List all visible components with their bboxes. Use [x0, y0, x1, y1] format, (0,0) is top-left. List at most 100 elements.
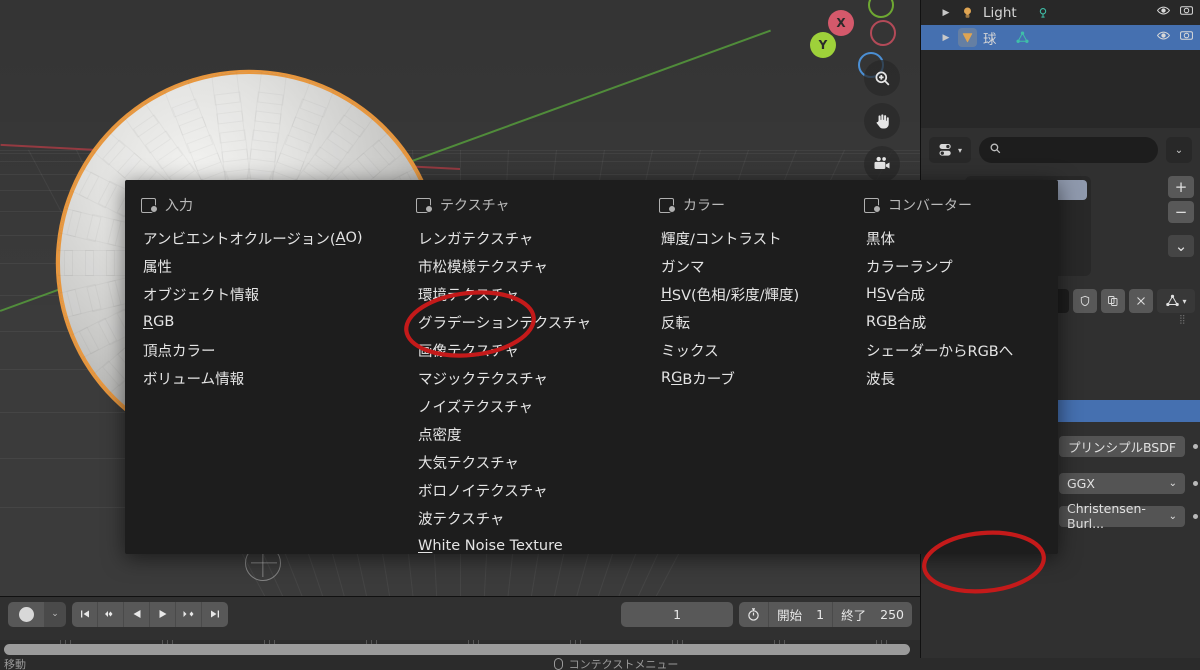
- add-menu-item[interactable]: H SV(色相/彩度/輝度): [659, 280, 832, 308]
- camera-view-icon[interactable]: [864, 146, 900, 182]
- subsurface-method-keyframe-dot[interactable]: [1189, 513, 1200, 519]
- jump-to-start-icon[interactable]: [72, 601, 98, 627]
- light-data-icon[interactable]: [1031, 6, 1055, 20]
- frame-start-label: 開始: [777, 607, 803, 623]
- add-menu-item[interactable]: 属性: [141, 252, 384, 280]
- chevron-down-icon: ⌄: [1168, 510, 1177, 522]
- add-menu-item[interactable]: グラデーションテクスチャ: [416, 308, 627, 336]
- disclosure-triangle-icon[interactable]: ▶: [937, 33, 955, 43]
- add-menu-item[interactable]: 市松模様テクスチャ: [416, 252, 627, 280]
- add-menu-item[interactable]: H S V合成: [864, 280, 1042, 308]
- record-options-chevron-down-icon[interactable]: ⌄: [44, 601, 66, 627]
- timeline-horizontal-scrollbar[interactable]: [4, 644, 910, 655]
- outliner-rows: ▶ Light ▶ 球: [921, 0, 1200, 50]
- add-menu-item[interactable]: ノイズテクスチャ: [416, 392, 627, 420]
- frame-end-label: 終了: [841, 607, 867, 623]
- timeline-editor[interactable]: ⌄ 1 開始 1 終了 250: [0, 596, 920, 658]
- add-menu-item[interactable]: 環境テクスチャ: [416, 280, 627, 308]
- add-menu-item[interactable]: マジックテクスチャ: [416, 364, 627, 392]
- gizmo-axis-neg[interactable]: [868, 0, 894, 18]
- frame-start-field[interactable]: 開始 1: [768, 601, 832, 627]
- add-menu-item[interactable]: 黒体: [864, 224, 1042, 252]
- filter-chevron-down-icon[interactable]: ⌄: [1166, 137, 1192, 163]
- add-menu-item[interactable]: 反転: [659, 308, 832, 336]
- add-menu-item[interactable]: ボロノイテクスチャ: [416, 476, 627, 504]
- add-menu-item[interactable]: カラーランプ: [864, 252, 1042, 280]
- add-menu-item[interactable]: オブジェクト情報: [141, 280, 384, 308]
- frame-range-group: 開始 1 終了 250: [739, 601, 912, 627]
- camera-icon[interactable]: [1179, 28, 1194, 47]
- slot-specials-chevron-down-icon[interactable]: ⌄: [1168, 235, 1194, 257]
- search-icon: [989, 142, 1002, 158]
- eye-icon[interactable]: [1156, 3, 1171, 22]
- gizmo-axis-neg[interactable]: [870, 20, 896, 46]
- eye-icon[interactable]: [1156, 28, 1171, 47]
- add-menu-item[interactable]: アンビエントオクルージョン(A O): [141, 224, 384, 252]
- outliner-editor[interactable]: ▶ Light ▶ 球: [920, 0, 1200, 128]
- add-menu-column-title: カラー: [659, 192, 832, 218]
- shield-icon[interactable]: [1073, 289, 1097, 313]
- gizmo-axis-y[interactable]: Y: [810, 32, 836, 58]
- jump-to-end-icon[interactable]: [202, 602, 228, 627]
- duplicate-icon[interactable]: [1101, 289, 1125, 313]
- add-menu-column-title: コンバーター: [864, 192, 1042, 218]
- outliner-row-2[interactable]: ▶ 球: [921, 25, 1200, 50]
- mesh-data-icon[interactable]: ▾: [1157, 289, 1195, 313]
- mouse-right-icon: [553, 658, 563, 670]
- jump-to-prev-keyframe-icon[interactable]: [98, 601, 124, 627]
- add-menu-item[interactable]: 頂点カラー: [141, 336, 384, 364]
- add-menu-item[interactable]: R GB: [141, 308, 384, 336]
- play-icon[interactable]: [150, 601, 176, 627]
- gizmo-axis-x[interactable]: X: [828, 10, 854, 36]
- subsurface-method-dropdown[interactable]: Christensen-Burl... ⌄: [1059, 501, 1185, 531]
- add-menu-item[interactable]: ミックス: [659, 336, 832, 364]
- pan-hand-icon[interactable]: [864, 103, 900, 139]
- auto-keying-group: ⌄: [8, 601, 66, 627]
- node-category-icon: [659, 197, 676, 213]
- mesh-data-icon[interactable]: [1011, 30, 1035, 45]
- remove-material-slot-button[interactable]: −: [1168, 201, 1194, 223]
- light-icon[interactable]: [955, 5, 979, 20]
- distribution-value: GGX: [1067, 475, 1095, 491]
- add-menu-item[interactable]: 波テクスチャ: [416, 504, 627, 532]
- add-material-slot-button[interactable]: +: [1168, 176, 1194, 198]
- search-input[interactable]: [979, 137, 1158, 163]
- add-menu-item[interactable]: レンガテクスチャ: [416, 224, 627, 252]
- add-menu-item[interactable]: 輝度/コントラスト: [659, 224, 832, 252]
- properties-header: ▾ ⌄: [921, 128, 1200, 172]
- play-reverse-icon[interactable]: [124, 601, 150, 627]
- distribution-dropdown[interactable]: GGX ⌄: [1059, 472, 1185, 494]
- surface-keyframe-dot[interactable]: [1189, 443, 1200, 449]
- add-menu-item[interactable]: 点密度: [416, 420, 627, 448]
- add-node-menu[interactable]: 入力 アンビエントオクルージョン(A O) 属性 オブジェクト情報 R GB 頂点カラー ボリュ…: [125, 180, 1058, 554]
- unlink-x-icon[interactable]: [1129, 289, 1153, 313]
- panel-drag-dots[interactable]: ⣿: [1179, 316, 1187, 325]
- properties-editor-icon[interactable]: ▾: [929, 137, 971, 163]
- add-menu-column-4: コンバーター 黒体 カラーランプ H S V合成 RG B 合成 シェーダーからRGBへ 波長: [848, 192, 1058, 554]
- add-menu-item[interactable]: 大気テクスチャ: [416, 448, 627, 476]
- frame-end-value: 250: [880, 606, 904, 622]
- add-menu-item[interactable]: White Noise Texture: [416, 532, 627, 560]
- add-menu-item[interactable]: ボリューム情報: [141, 364, 384, 392]
- distribution-keyframe-dot[interactable]: [1189, 480, 1200, 486]
- add-menu-item[interactable]: R G Bカーブ: [659, 364, 832, 392]
- surface-shader-field[interactable]: プリンシプルBSDF: [1059, 435, 1185, 457]
- timeline-strip[interactable]: [0, 640, 920, 658]
- add-menu-item[interactable]: RG B 合成: [864, 308, 1042, 336]
- current-frame-field[interactable]: 1: [621, 601, 734, 627]
- add-menu-column-title: テクスチャ: [416, 192, 627, 218]
- add-menu-item[interactable]: 波長: [864, 364, 1042, 392]
- outliner-row-1[interactable]: ▶ Light: [921, 0, 1200, 25]
- disclosure-triangle-icon[interactable]: ▶: [937, 8, 955, 18]
- jump-to-next-keyframe-icon[interactable]: [176, 601, 202, 627]
- add-menu-item[interactable]: 画像テクスチャ: [416, 336, 627, 364]
- outliner-object-name: 球: [983, 31, 997, 48]
- frame-end-field[interactable]: 終了 250: [832, 601, 912, 627]
- mesh-object-icon[interactable]: [955, 28, 979, 47]
- zoom-icon[interactable]: [864, 60, 900, 96]
- add-menu-item[interactable]: シェーダーからRGBへ: [864, 336, 1042, 364]
- stopwatch-icon[interactable]: [739, 602, 768, 627]
- camera-icon[interactable]: [1179, 3, 1194, 22]
- record-icon[interactable]: [8, 601, 44, 627]
- add-menu-item[interactable]: ガンマ: [659, 252, 832, 280]
